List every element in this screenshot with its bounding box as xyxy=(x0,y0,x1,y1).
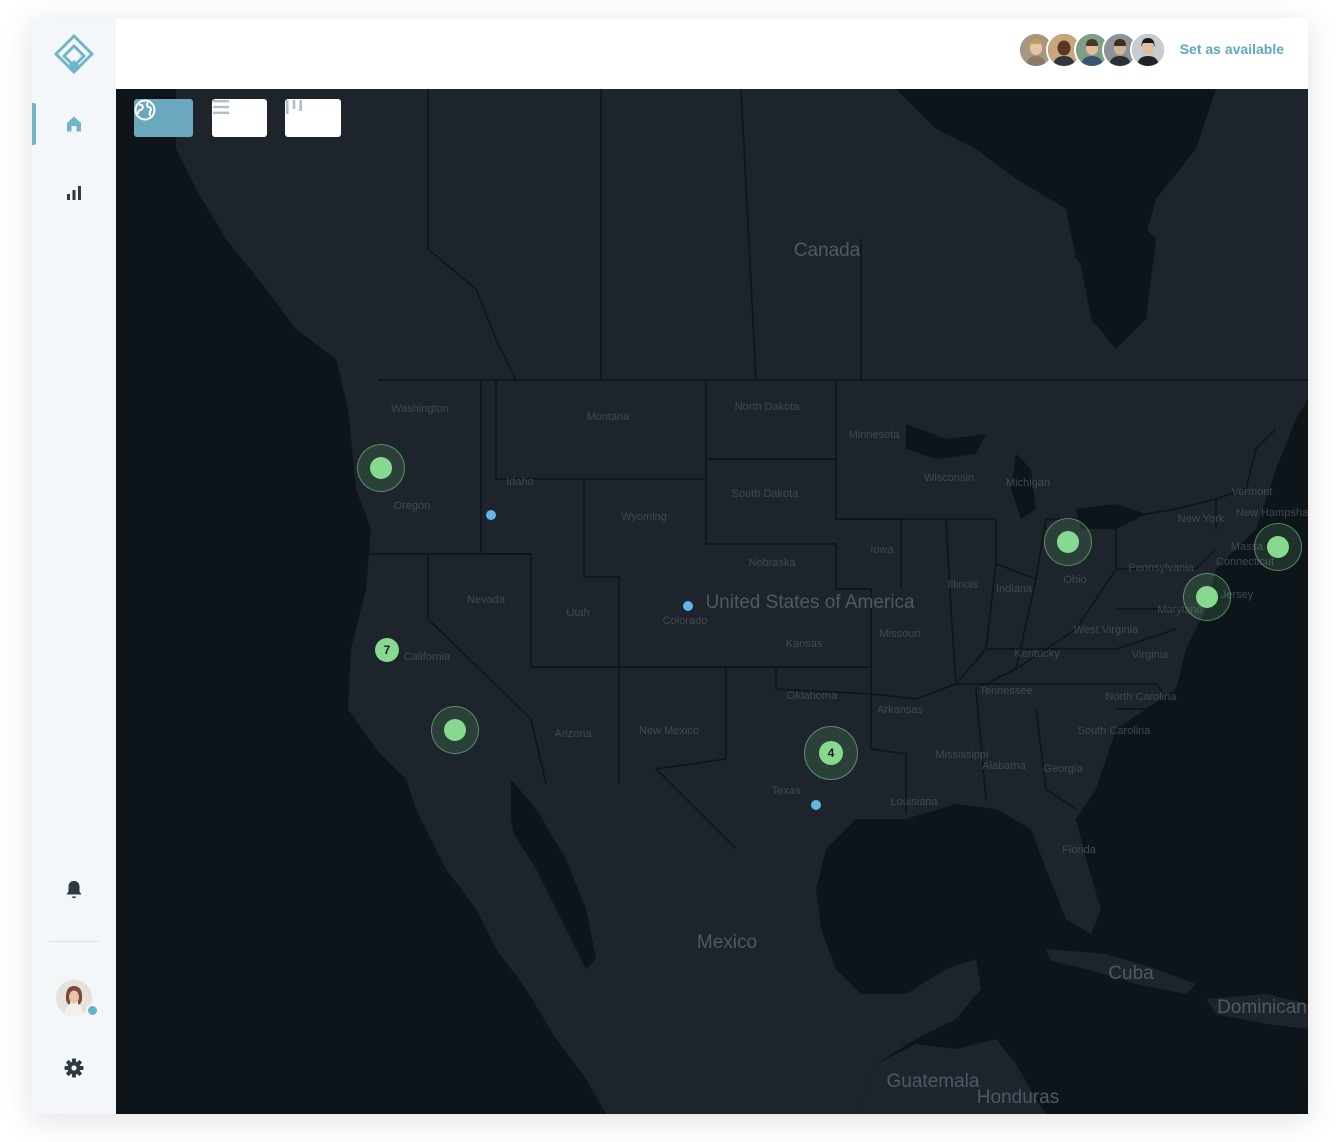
map-cluster-marker[interactable]: 7 xyxy=(375,638,399,662)
logo-icon[interactable] xyxy=(53,34,95,78)
map-label-state: Georgia xyxy=(1043,763,1083,775)
map-label-state: Montana xyxy=(586,411,630,423)
columns-icon xyxy=(286,100,302,114)
map-label-state: Louisiana xyxy=(890,796,938,808)
map-label-state: Florida xyxy=(1062,844,1096,856)
map-label-state: Mississippi xyxy=(935,749,989,761)
map-label-state: New York xyxy=(1177,513,1225,525)
map-label-state: Wyoming xyxy=(621,511,667,523)
map-label-honduras: Honduras xyxy=(976,1087,1060,1108)
sidebar-item-notifications[interactable] xyxy=(32,869,116,911)
map-cluster-marker[interactable] xyxy=(1183,573,1231,621)
sidebar xyxy=(32,18,116,1114)
map-label-state: Arkansas xyxy=(877,704,923,716)
globe-icon xyxy=(134,99,156,121)
map-label-state: Michigan xyxy=(1005,477,1051,489)
map-label-state: Virginia xyxy=(1131,649,1169,661)
map-label-state: California xyxy=(403,651,451,663)
map-label-cuba: Cuba xyxy=(1108,963,1154,984)
map-cluster-marker[interactable] xyxy=(1044,518,1092,566)
map-label-state: Colorado xyxy=(662,615,708,627)
map-label-state: Kentucky xyxy=(1014,648,1060,660)
map-label-state: Tennessee xyxy=(979,685,1033,697)
map-label-state: Texas xyxy=(771,785,801,797)
sidebar-divider xyxy=(49,941,99,942)
map-label-state: South Dakota xyxy=(731,488,799,500)
map-pin-marker[interactable] xyxy=(811,800,821,810)
team-avatar[interactable] xyxy=(1130,32,1166,68)
map-cluster-marker[interactable] xyxy=(357,444,405,492)
map-label-state: North Dakota xyxy=(734,401,800,413)
board-view-button[interactable] xyxy=(285,99,341,137)
map-label-usa: United States of America xyxy=(705,592,915,613)
map-pin-marker[interactable] xyxy=(486,510,496,520)
map-view-button[interactable] xyxy=(134,99,193,137)
map-label-state: Oklahoma xyxy=(786,690,838,702)
map-label-state: Nebraska xyxy=(748,557,796,569)
map-label-canada: Canada xyxy=(793,240,861,261)
status-badge xyxy=(86,1004,99,1017)
map-label-state: Minnesota xyxy=(848,429,900,441)
sidebar-item-settings[interactable] xyxy=(32,1047,116,1089)
map-label-state: Nevada xyxy=(467,594,505,606)
map-label-state: Vermont xyxy=(1231,486,1273,498)
map-label-mexico: Mexico xyxy=(696,932,758,953)
map-label-state: Indiana xyxy=(995,583,1033,595)
list-icon xyxy=(213,100,229,114)
map-label-state: Arizona xyxy=(554,728,592,740)
map-label-state: Idaho xyxy=(506,476,534,488)
map-label-dominican: Dominican xyxy=(1217,997,1307,1018)
sidebar-item-analytics[interactable] xyxy=(32,172,116,214)
team-avatars[interactable] xyxy=(1018,32,1166,68)
map-label-state: Kansas xyxy=(785,638,823,650)
list-view-button[interactable] xyxy=(212,99,267,137)
bell-icon xyxy=(66,881,82,899)
map-view[interactable]: Canada United States of America Mexico C… xyxy=(116,89,1308,1114)
map-label-state: New Mexico xyxy=(639,725,699,737)
map-label-state: Iowa xyxy=(870,544,894,556)
map-label-state: New Hampsha xyxy=(1235,507,1308,519)
map-label-state: Washington xyxy=(391,403,449,415)
map-label-state: Wisconsin xyxy=(923,472,975,484)
map-pin-marker[interactable] xyxy=(683,601,693,611)
sidebar-item-home[interactable] xyxy=(32,103,116,145)
map-label-state: Missouri xyxy=(879,628,921,640)
map-label-state: Oregon xyxy=(393,500,431,512)
home-icon xyxy=(67,116,81,132)
map-label-state: Ohio xyxy=(1063,574,1087,586)
header: Set as available xyxy=(116,18,1308,89)
map-label-state: South Carolina xyxy=(1077,725,1151,737)
set-available-link[interactable]: Set as available xyxy=(1180,41,1284,57)
bar-chart-icon xyxy=(67,186,81,200)
map-label-state: North Carolina xyxy=(1105,691,1177,703)
map-label-state: West Virginia xyxy=(1073,624,1139,636)
map-cluster-marker[interactable]: 4 xyxy=(804,726,858,780)
map-label-guatemala: Guatemala xyxy=(886,1071,980,1092)
gear-icon xyxy=(64,1058,84,1078)
map-cluster-marker[interactable] xyxy=(1254,523,1302,571)
map-cluster-marker[interactable] xyxy=(431,706,479,754)
map-label-state: Alabama xyxy=(982,760,1026,772)
map-label-state: Utah xyxy=(566,607,590,619)
map-label-state: Illinois xyxy=(947,579,979,591)
